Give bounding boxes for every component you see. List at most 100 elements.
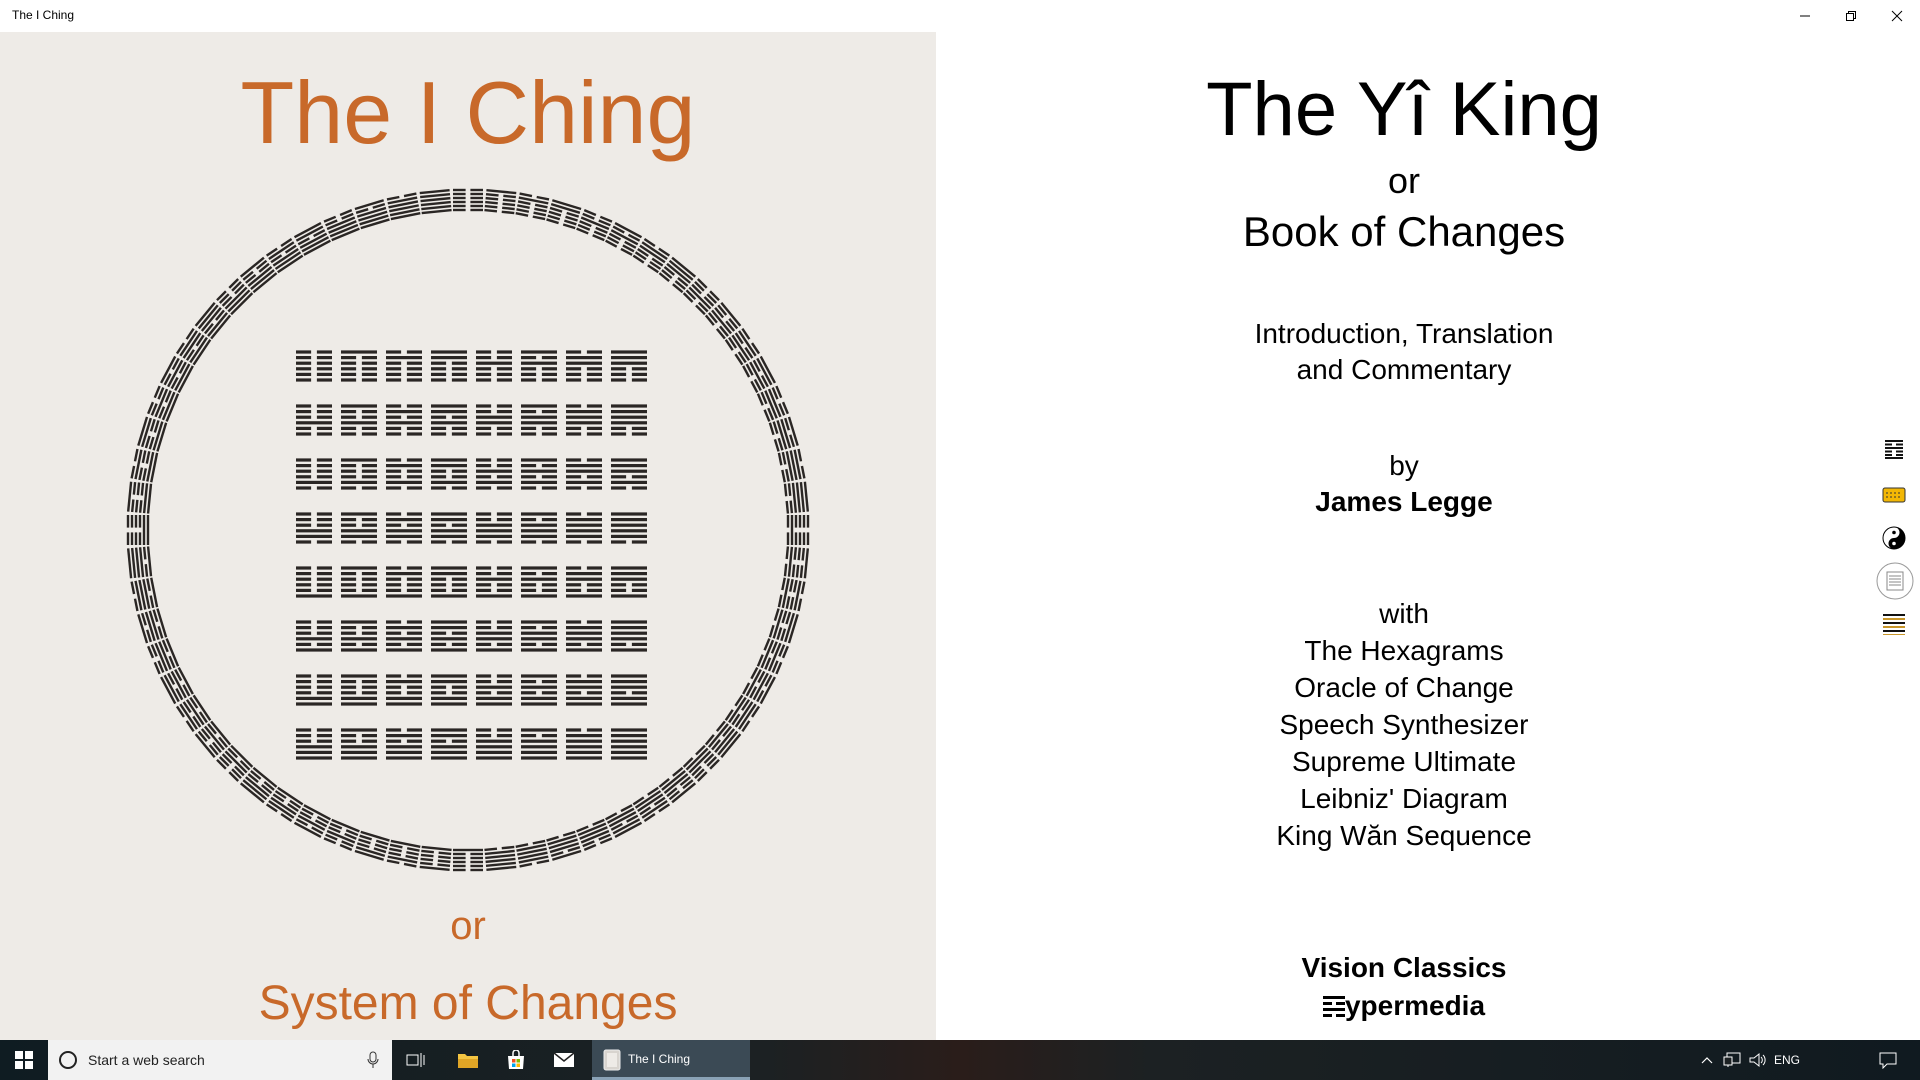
grid-hexagram <box>611 404 647 436</box>
ring-hexagram <box>742 667 776 705</box>
grid-hexagram <box>476 566 512 598</box>
ring-hexagram <box>419 845 452 872</box>
ring-hexagram <box>546 830 582 861</box>
grid-hexagram <box>296 512 332 544</box>
grid-hexagram <box>476 620 512 652</box>
grid-hexagram <box>476 512 512 544</box>
intro-line-1: Introduction, Translation <box>1254 318 1554 349</box>
ring-hexagram <box>147 385 180 422</box>
grid-hexagram <box>566 512 602 544</box>
publisher-line-2: ypermedia <box>936 990 1872 1022</box>
input-language[interactable]: ENG <box>1774 1053 1800 1067</box>
mail-button[interactable] <box>540 1040 588 1080</box>
grid-hexagram <box>296 458 332 490</box>
ring-hexagram <box>130 448 159 483</box>
grid-hexagram <box>341 674 377 706</box>
ring-hexagram <box>682 278 720 316</box>
publisher-name: ypermedia <box>1344 990 1486 1021</box>
microphone-icon[interactable] <box>366 1051 380 1069</box>
title-or: or <box>1387 160 1420 201</box>
minimize-icon <box>1800 15 1810 17</box>
ring-hexagram <box>484 845 517 872</box>
folder-icon <box>458 1054 478 1068</box>
store-bag-icon <box>508 1050 524 1069</box>
ring-hexagram <box>453 848 483 872</box>
ring-hexagram <box>682 744 720 782</box>
task-view-button[interactable] <box>392 1040 440 1080</box>
grid-hexagram <box>566 350 602 382</box>
start-button[interactable] <box>0 1040 48 1080</box>
grid-hexagram <box>431 512 467 544</box>
task-view-icon <box>406 1053 425 1067</box>
side-nav-leibniz[interactable] <box>1876 562 1914 600</box>
grid-hexagram <box>611 620 647 652</box>
grid-hexagram <box>341 512 377 544</box>
grid-hexagram <box>296 566 332 598</box>
search-box[interactable]: Start a web search <box>48 1040 392 1080</box>
feature-leibniz: Leibniz' Diagram <box>1300 783 1508 814</box>
side-nav-supreme-ultimate[interactable] <box>1876 520 1912 556</box>
ring-hexagram <box>130 577 159 612</box>
window-title: The I Ching <box>12 8 75 22</box>
grid-hexagram <box>521 728 557 760</box>
show-hidden-icons-button[interactable] <box>1696 1040 1718 1080</box>
ring-hexagram <box>323 818 360 851</box>
cover-title: The I Ching <box>240 63 696 162</box>
intro-line-2: and Commentary <box>1296 354 1512 385</box>
grid-hexagram <box>476 728 512 760</box>
network-button[interactable] <box>1720 1040 1744 1080</box>
hexagram-circle-artwork <box>126 188 810 872</box>
ring-hexagram <box>576 209 613 242</box>
book-app-icon <box>603 1049 621 1071</box>
minimize-button[interactable] <box>1782 0 1828 32</box>
grid-hexagram <box>521 512 557 544</box>
grid-hexagram <box>611 728 647 760</box>
ring-hexagram <box>484 188 517 215</box>
ring-hexagram <box>137 608 168 644</box>
grid-hexagram <box>611 350 647 382</box>
grid-hexagram <box>431 458 467 490</box>
feature-oracle: Oracle of Change <box>1294 672 1514 703</box>
file-explorer-button[interactable] <box>444 1040 492 1080</box>
action-center-button[interactable] <box>1864 1040 1912 1080</box>
mail-icon <box>553 1052 575 1067</box>
grid-hexagram <box>386 404 422 436</box>
page-subtitle: Book of Changes <box>1242 208 1566 255</box>
side-nav-sequence[interactable] <box>1876 606 1912 642</box>
grid-hexagram <box>566 674 602 706</box>
ring-hexagram <box>783 481 810 514</box>
grid-hexagram <box>431 350 467 382</box>
sequence-icon <box>1883 614 1905 635</box>
book-cover: The I Ching or System of Changes <box>0 32 936 1040</box>
ring-hexagram <box>323 209 360 242</box>
ring-hexagram <box>453 188 483 212</box>
speaker-icon <box>1749 1052 1766 1068</box>
ring-hexagram <box>160 667 194 705</box>
ring-hexagram <box>546 199 582 230</box>
ring-hexagram <box>768 608 799 644</box>
grid-hexagram <box>386 674 422 706</box>
ring-hexagram <box>354 830 390 861</box>
grid-hexagram <box>611 674 647 706</box>
volume-button[interactable] <box>1746 1040 1770 1080</box>
restore-icon <box>1846 11 1856 21</box>
grid-hexagram <box>431 728 467 760</box>
side-nav-hexagrams[interactable] <box>1876 431 1912 467</box>
grid-hexagram <box>386 512 422 544</box>
close-icon <box>1891 10 1903 22</box>
taskbar-app-label: The I Ching <box>628 1052 691 1066</box>
ring-hexagram <box>386 839 421 868</box>
grid-hexagram <box>566 404 602 436</box>
notification-icon <box>1879 1052 1897 1069</box>
store-button[interactable] <box>492 1040 540 1080</box>
grid-hexagram <box>296 620 332 652</box>
grid-hexagram <box>566 620 602 652</box>
close-button[interactable] <box>1874 0 1920 32</box>
ring-hexagram <box>354 199 390 230</box>
side-nav-oracle[interactable] <box>1876 477 1912 513</box>
taskbar-app-i-ching[interactable]: The I Ching <box>592 1040 750 1080</box>
ring-hexagram <box>756 385 789 422</box>
grid-hexagram <box>566 566 602 598</box>
grid-hexagram <box>431 404 467 436</box>
restore-button[interactable] <box>1828 0 1874 32</box>
